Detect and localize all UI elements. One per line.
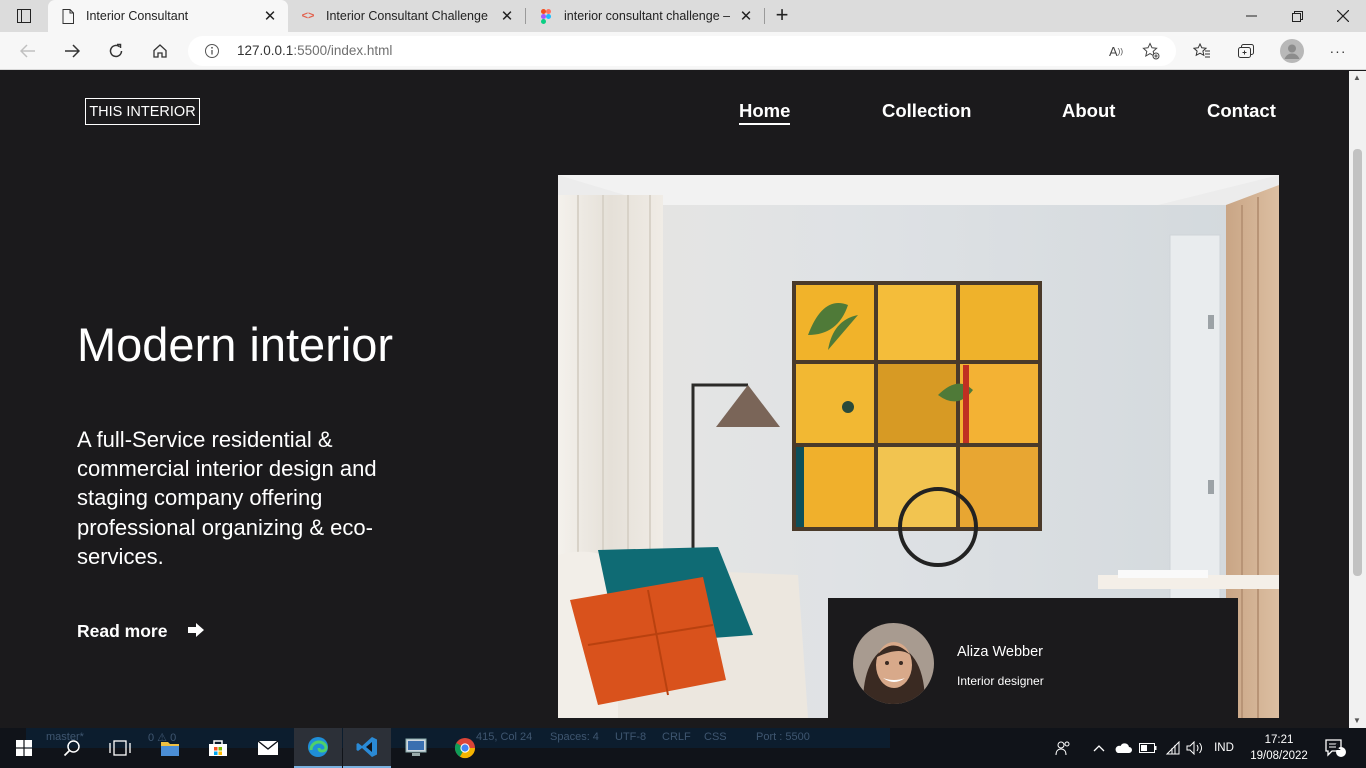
close-icon[interactable]: ✕	[738, 8, 754, 25]
scroll-down-icon[interactable]: ▼	[1353, 716, 1361, 725]
arrow-right-icon	[187, 622, 205, 643]
hero-description: A full-Service residential & commercial …	[77, 427, 377, 569]
close-window-icon[interactable]	[1320, 0, 1366, 32]
tab-figma[interactable]: interior consultant challenge – Fi ✕	[526, 0, 764, 32]
battery-icon[interactable]	[1138, 728, 1158, 768]
url-text: 127.0.0.1:5500/index.html	[237, 43, 392, 58]
search-icon[interactable]	[48, 728, 96, 768]
designer-avatar	[853, 623, 934, 704]
read-more-link[interactable]: Read more	[77, 620, 205, 643]
wifi-icon[interactable]	[1162, 728, 1182, 768]
onedrive-icon[interactable]	[1113, 728, 1133, 768]
microsoft-store-icon[interactable]	[194, 728, 242, 768]
edge-browser-icon[interactable]	[294, 728, 342, 768]
nav-home[interactable]: Home	[739, 100, 791, 125]
remote-desktop-icon[interactable]	[392, 728, 440, 768]
hero-title: Modern interior	[77, 318, 394, 371]
address-bar[interactable]: 127.0.0.1:5500/index.html A))	[188, 36, 1176, 66]
volume-icon[interactable]	[1184, 728, 1206, 768]
notification-center-icon[interactable]: 1	[1320, 728, 1350, 768]
home-icon[interactable]	[146, 37, 174, 65]
clock-time: 17:21	[1264, 734, 1294, 746]
designer-card: Aliza Webber Interior designer	[828, 598, 1238, 728]
windows-start-icon[interactable]	[0, 728, 48, 768]
browser-toolbar: 127.0.0.1:5500/index.html A)) ···	[0, 32, 1366, 70]
windows-taskbar: master* 0 ⚠ 0 415, Col 24 Spaces: 4 UTF-…	[0, 728, 1366, 768]
designer-role: Interior designer	[957, 674, 1044, 688]
vscode-icon[interactable]	[343, 728, 391, 768]
page-scrollbar[interactable]: ▲ ▼	[1349, 71, 1366, 728]
url-path: :5500/index.html	[293, 43, 393, 58]
tab-title: interior consultant challenge – Fi	[564, 9, 730, 23]
back-icon[interactable]	[14, 37, 42, 65]
settings-more-icon[interactable]: ···	[1324, 37, 1352, 65]
clock-date: 19/08/2022	[1250, 750, 1308, 762]
read-aloud-icon[interactable]: A))	[1106, 41, 1126, 61]
people-icon[interactable]	[1052, 728, 1074, 768]
nav-collection[interactable]: Collection	[882, 100, 971, 122]
scroll-up-icon[interactable]: ▲	[1353, 73, 1361, 82]
task-view-icon[interactable]	[96, 728, 144, 768]
tab-separator	[764, 8, 765, 24]
close-icon[interactable]: ✕	[499, 8, 515, 25]
live-server-port: Port : 5500	[756, 731, 810, 743]
figma-icon	[538, 8, 554, 24]
tab-title: Interior Consultant	[86, 9, 189, 23]
collections-icon[interactable]	[1232, 37, 1260, 65]
minimize-icon[interactable]	[1228, 0, 1274, 32]
refresh-icon[interactable]	[102, 37, 130, 65]
nav-about[interactable]: About	[1062, 100, 1115, 122]
encoding: UTF-8	[615, 731, 647, 743]
site-logo[interactable]: THIS INTERIOR	[85, 98, 200, 125]
page-icon	[60, 8, 76, 24]
system-clock[interactable]: 17:21 19/08/2022	[1246, 732, 1312, 764]
chevron-up-icon[interactable]	[1090, 728, 1108, 768]
indent-spaces: Spaces: 4	[550, 731, 599, 743]
favorites-icon[interactable]	[1188, 37, 1216, 65]
mail-icon[interactable]	[244, 728, 292, 768]
chrome-icon[interactable]	[441, 728, 489, 768]
nav-contact[interactable]: Contact	[1207, 100, 1276, 122]
input-language[interactable]: IND	[1210, 728, 1238, 768]
code-icon: <>	[301, 10, 315, 22]
forward-icon[interactable]	[58, 37, 86, 65]
tab-interior-consultant-challenge[interactable]: <> Interior Consultant Challenge | d ✕	[288, 0, 525, 32]
file-explorer-icon[interactable]	[146, 728, 194, 768]
close-icon[interactable]: ✕	[262, 8, 278, 25]
profile-avatar-icon[interactable]	[1278, 37, 1306, 65]
tab-interior-consultant[interactable]: Interior Consultant ✕	[48, 0, 288, 32]
browser-tab-bar: Interior Consultant ✕ <> Interior Consul…	[0, 0, 1366, 32]
tab-title: Interior Consultant Challenge | d	[326, 9, 491, 23]
restore-icon[interactable]	[1274, 0, 1320, 32]
new-tab-button[interactable]: +	[770, 4, 794, 28]
designer-name: Aliza Webber	[957, 644, 1043, 660]
site-info-icon[interactable]	[204, 43, 220, 59]
tab-actions-icon[interactable]	[0, 0, 48, 32]
read-more-label: Read more	[77, 621, 168, 641]
add-favorite-icon[interactable]	[1141, 41, 1161, 61]
line-endings: CRLF	[662, 731, 691, 743]
language-mode: CSS	[704, 731, 727, 743]
url-host: 127.0.0.1	[237, 43, 294, 58]
scrollbar-thumb[interactable]	[1353, 149, 1362, 576]
web-page: THIS INTERIOR Home Collection About Cont…	[0, 71, 1349, 728]
notification-count: 1	[1335, 742, 1341, 753]
